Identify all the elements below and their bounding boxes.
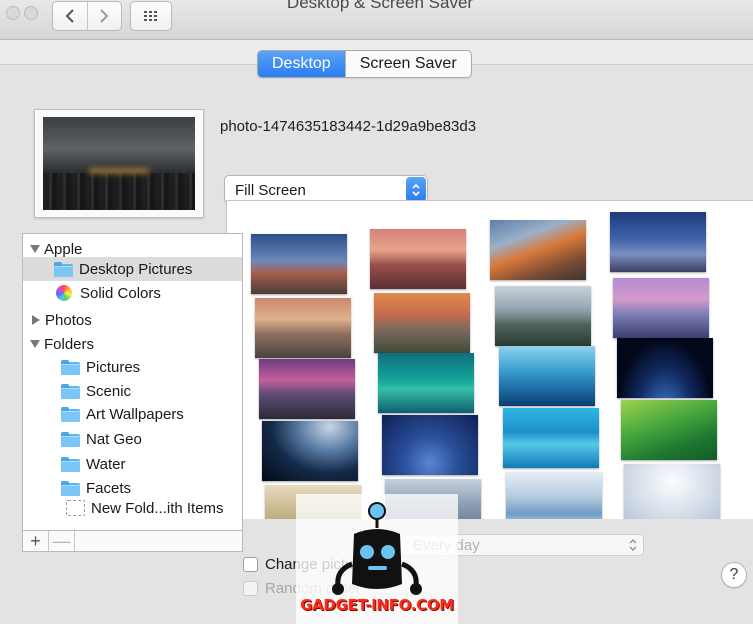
- group-label: Photos: [45, 311, 92, 329]
- folder-icon: [61, 431, 80, 447]
- sidebar-item-art-wallpapers[interactable]: Art Wallpapers: [23, 402, 242, 426]
- preview-image: [43, 117, 195, 210]
- current-picture-preview: [34, 109, 204, 218]
- pictures-folder-icon: [61, 359, 80, 375]
- close-window-button[interactable]: [6, 6, 20, 20]
- sidebar-item-label: Nat Geo: [86, 430, 142, 448]
- sidebar-item-label: Pictures: [86, 358, 141, 376]
- sidebar-item-pictures[interactable]: Pictures: [23, 355, 242, 379]
- window-title: Desktop & Screen Saver: [286, 0, 474, 12]
- minimize-window-button[interactable]: [24, 6, 38, 20]
- chevron-right-icon: [100, 9, 109, 23]
- updown-arrows-icon: [406, 177, 426, 202]
- sidebar-item-label: Art Wallpapers: [86, 405, 184, 423]
- group-photos[interactable]: Photos: [23, 308, 242, 332]
- tab-screen-saver[interactable]: Screen Saver: [344, 51, 471, 77]
- disclosure-expanded-icon[interactable]: [29, 243, 41, 255]
- random-order-checkbox[interactable]: [243, 581, 258, 596]
- wallpaper-thumbnail[interactable]: [259, 359, 355, 419]
- grid-icon: [144, 11, 157, 21]
- back-button[interactable]: [53, 2, 87, 30]
- group-folders[interactable]: Folders: [23, 332, 242, 356]
- nav-buttons: [52, 1, 122, 31]
- remove-folder-button[interactable]: —: [49, 531, 75, 551]
- sidebar-item-scenic[interactable]: Scenic: [23, 379, 242, 403]
- chevron-left-icon: [65, 9, 74, 23]
- color-wheel-icon: [56, 285, 72, 301]
- updown-arrows-icon: [627, 537, 639, 553]
- wallpaper-thumbnail[interactable]: [370, 229, 466, 289]
- wallpaper-thumbnail[interactable]: [495, 286, 591, 346]
- wallpaper-grid: [226, 200, 753, 519]
- add-folder-button[interactable]: +: [23, 531, 49, 551]
- fill-mode-value: Fill Screen: [235, 182, 306, 199]
- folder-icon: [54, 261, 73, 277]
- wallpaper-thumbnail[interactable]: [378, 353, 474, 413]
- wallpaper-thumbnail[interactable]: [621, 400, 717, 460]
- show-all-button[interactable]: [130, 1, 172, 31]
- folder-icon: [61, 406, 80, 422]
- wallpaper-thumbnail[interactable]: [613, 278, 709, 338]
- watermark-text: GADGET-INFO.COM: [300, 596, 454, 614]
- folder-icon: [61, 383, 80, 399]
- disclosure-collapsed-icon[interactable]: [30, 314, 42, 326]
- dashed-folder-icon: [66, 500, 85, 516]
- sidebar-item-label: Solid Colors: [80, 284, 161, 302]
- source-list: Apple Desktop Pictures Solid Colors Phot…: [22, 233, 243, 531]
- group-label: Apple: [44, 240, 83, 258]
- sidebar-item-desktop-pictures[interactable]: Desktop Pictures: [23, 257, 242, 281]
- sidebar-item-label: Water: [86, 455, 126, 473]
- photo-name: photo-1474635183442-1d29a9be83d3: [220, 118, 477, 135]
- sidebar-item-new-folder[interactable]: New Fold...ith Items: [23, 496, 242, 520]
- wallpaper-thumbnail[interactable]: [624, 464, 720, 519]
- tab-desktop[interactable]: Desktop: [258, 51, 345, 77]
- help-button[interactable]: ?: [721, 562, 747, 588]
- group-label: Folders: [44, 335, 95, 353]
- sidebar-item-nat-geo[interactable]: Nat Geo: [23, 427, 242, 451]
- wallpaper-thumbnail[interactable]: [490, 220, 586, 280]
- forward-button[interactable]: [86, 2, 122, 30]
- wallpaper-thumbnail[interactable]: [255, 298, 351, 358]
- change-picture-checkbox[interactable]: [243, 557, 258, 572]
- sidebar-item-label: New Fold...ith Items: [91, 499, 224, 517]
- disclosure-expanded-icon[interactable]: [29, 338, 41, 350]
- watermark: GADGET-INFO.COM: [296, 494, 458, 624]
- wallpaper-thumbnail[interactable]: [503, 408, 599, 468]
- title-bar: Desktop & Screen Saver: [0, 0, 753, 40]
- wallpaper-thumbnail[interactable]: [506, 472, 602, 519]
- wallpaper-thumbnail[interactable]: [262, 421, 358, 481]
- wallpaper-thumbnail[interactable]: [610, 212, 706, 272]
- wallpaper-thumbnail[interactable]: [251, 234, 347, 294]
- sidebar-item-label: Facets: [86, 479, 132, 497]
- sidebar-item-label: Desktop Pictures: [79, 260, 193, 278]
- wallpaper-thumbnail[interactable]: [617, 338, 713, 398]
- wallpaper-thumbnail[interactable]: [499, 346, 595, 406]
- wallpaper-thumbnail[interactable]: [374, 293, 470, 353]
- tab-bar: Desktop Screen Saver: [257, 50, 472, 78]
- wallpaper-thumbnail[interactable]: [382, 415, 478, 475]
- sidebar-item-solid-colors[interactable]: Solid Colors: [23, 281, 242, 305]
- source-list-buttons: + —: [22, 531, 243, 552]
- sidebar-item-label: Scenic: [86, 382, 132, 400]
- folder-icon: [61, 480, 80, 496]
- folder-icon: [61, 456, 80, 472]
- sidebar-item-water[interactable]: Water: [23, 452, 242, 476]
